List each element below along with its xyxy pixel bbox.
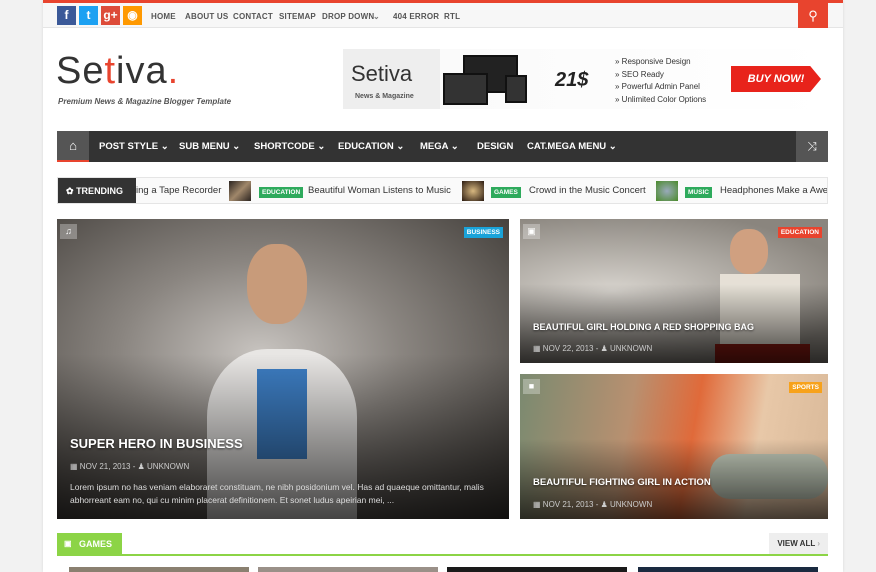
nav-shortcode[interactable]: SHORTCODE ⌄ — [254, 131, 325, 162]
buy-now-button[interactable]: BUY NOW! — [731, 66, 821, 92]
post-title[interactable]: BEAUTIFUL GIRL HOLDING A RED SHOPPING BA… — [533, 322, 754, 332]
top-link-about[interactable]: ABOUT US — [185, 12, 228, 21]
top-link-dropdown[interactable]: DROP DOWN — [322, 12, 374, 21]
category-badge[interactable]: SPORTS — [789, 382, 822, 393]
search-button[interactable]: ⚲ — [798, 3, 828, 28]
image-icon: ▣ — [523, 224, 540, 239]
ad-sub: News & Magazine — [355, 93, 414, 100]
category-badge[interactable]: BUSINESS — [463, 227, 503, 238]
trending-item[interactable]: Crowd in the Music Concert — [529, 185, 646, 196]
post-thumb[interactable] — [447, 567, 627, 572]
logo-text-accent: t — [104, 50, 117, 92]
rss-icon[interactable]: ◉ — [123, 6, 142, 25]
logo-dot: . — [167, 50, 180, 92]
top-link-sitemap[interactable]: SITEMAP — [279, 12, 316, 21]
nav-cat-mega-menu[interactable]: CAT.MEGA MENU ⌄ — [527, 131, 617, 162]
logo-text: Se — [56, 50, 105, 92]
trending-item[interactable]: Headphones Make a Awes — [720, 185, 827, 196]
music-icon: ♫ — [60, 224, 77, 239]
chevron-down-icon: ⌄ — [373, 12, 380, 21]
devices-image — [443, 55, 538, 105]
site-logo[interactable]: Setiva. — [56, 50, 179, 93]
nav-post-style[interactable]: POST STYLE ⌄ — [99, 131, 169, 162]
calendar-icon: ▦ — [70, 462, 78, 471]
nav-design[interactable]: DESIGN — [477, 131, 513, 162]
post-thumb[interactable] — [69, 567, 249, 572]
featured-post-main[interactable]: ♫ BUSINESS SUPER HERO IN BUSINESS ▦ NOV … — [57, 219, 509, 519]
top-link-contact[interactable]: CONTACT — [233, 12, 273, 21]
trending-item[interactable]: Beautiful Woman Listens to Music — [308, 185, 451, 196]
category-badge[interactable]: EDUCATION — [777, 227, 822, 238]
top-link-404[interactable]: 404 ERROR — [393, 12, 439, 21]
calendar-icon: ▦ — [533, 344, 541, 353]
trending-item[interactable]: ing a Tape Recorder — [136, 185, 221, 196]
nav-education[interactable]: EDUCATION ⌄ — [338, 131, 404, 162]
shuffle-icon: ⤨ — [807, 139, 817, 153]
nav-mega[interactable]: MEGA ⌄ — [420, 131, 459, 162]
top-link-home[interactable]: HOME — [151, 12, 176, 21]
games-section-header: ▣ GAMES VIEW ALL › — [57, 533, 828, 556]
ad-price: 21$ — [555, 69, 589, 91]
post-title[interactable]: SUPER HERO IN BUSINESS — [70, 436, 243, 451]
home-button[interactable]: ⌂ — [57, 131, 89, 162]
featured-post-side[interactable]: ▣ EDUCATION BEAUTIFUL GIRL HOLDING A RED… — [520, 219, 828, 363]
ad-banner[interactable]: Setiva News & Magazine 21$ » Responsive … — [343, 49, 828, 109]
home-icon: ⌂ — [69, 138, 77, 153]
random-post-button[interactable]: ⤨ — [796, 131, 828, 162]
category-badge[interactable]: GAMES — [491, 187, 521, 198]
trending-ticker: ✿ TRENDING ing a Tape Recorder EDUCATION… — [57, 177, 828, 204]
trending-label: ✿ TRENDING — [58, 178, 136, 203]
trending-thumb[interactable] — [229, 181, 251, 201]
ad-feature: » Unlimited Color Options — [615, 94, 707, 104]
section-label: ▣ GAMES — [57, 533, 123, 555]
chevron-right-icon: › — [817, 539, 820, 548]
ad-feature: » Responsive Design — [615, 57, 691, 66]
post-thumb[interactable] — [258, 567, 438, 572]
tagline: Premium News & Magazine Blogger Template — [58, 97, 232, 106]
featured-post-side[interactable]: ■ SPORTS BEAUTIFUL FIGHTING GIRL IN ACTI… — [520, 374, 828, 519]
user-icon: ♟ — [600, 500, 608, 509]
user-icon: ♟ — [137, 462, 145, 471]
nav-sub-menu[interactable]: SUB MENU ⌄ — [179, 131, 240, 162]
post-title[interactable]: BEAUTIFUL FIGHTING GIRL IN ACTION — [533, 477, 711, 488]
post-thumb[interactable] — [638, 567, 818, 572]
ad-feature: » Powerful Admin Panel — [615, 82, 700, 91]
post-excerpt: Lorem ipsum no has veniam elaboraret con… — [70, 482, 484, 505]
logo-text: iva — [116, 50, 168, 92]
category-badge[interactable]: MUSIC — [685, 187, 712, 198]
ad-features: » Responsive Design » SEO Ready » Powerf… — [615, 56, 706, 106]
post-meta: ▦ NOV 21, 2013 - ♟ UNKNOWN — [70, 462, 190, 471]
video-icon: ■ — [523, 379, 540, 394]
post-meta: ▦ NOV 22, 2013 - ♟ UNKNOWN — [533, 344, 653, 353]
trending-thumb[interactable] — [462, 181, 484, 201]
trending-thumb[interactable] — [656, 181, 678, 201]
post-meta: ▦ NOV 21, 2013 - ♟ UNKNOWN — [533, 500, 653, 509]
ad-feature: » SEO Ready — [615, 69, 664, 79]
facebook-icon[interactable]: f — [57, 6, 76, 25]
twitter-icon[interactable]: t — [79, 6, 98, 25]
google-plus-icon[interactable]: g+ — [101, 6, 120, 25]
ad-brand: Setiva — [351, 61, 413, 86]
view-all-button[interactable]: VIEW ALL › — [769, 533, 828, 554]
user-icon: ♟ — [600, 344, 608, 353]
search-icon: ⚲ — [808, 8, 818, 23]
gear-icon: ✿ — [66, 186, 74, 196]
category-badge[interactable]: EDUCATION — [259, 187, 304, 198]
calendar-icon: ▦ — [533, 500, 541, 509]
page-container: f t g+ ◉ HOME ABOUT US CONTACT SITEMAP D… — [43, 0, 843, 572]
main-nav: ⌂ POST STYLE ⌄ SUB MENU ⌄ SHORTCODE ⌄ ED… — [57, 131, 828, 162]
top-link-rtl[interactable]: RTL — [444, 12, 460, 21]
top-bar: f t g+ ◉ HOME ABOUT US CONTACT SITEMAP D… — [43, 0, 843, 28]
rss-icon: ▣ — [64, 539, 72, 548]
